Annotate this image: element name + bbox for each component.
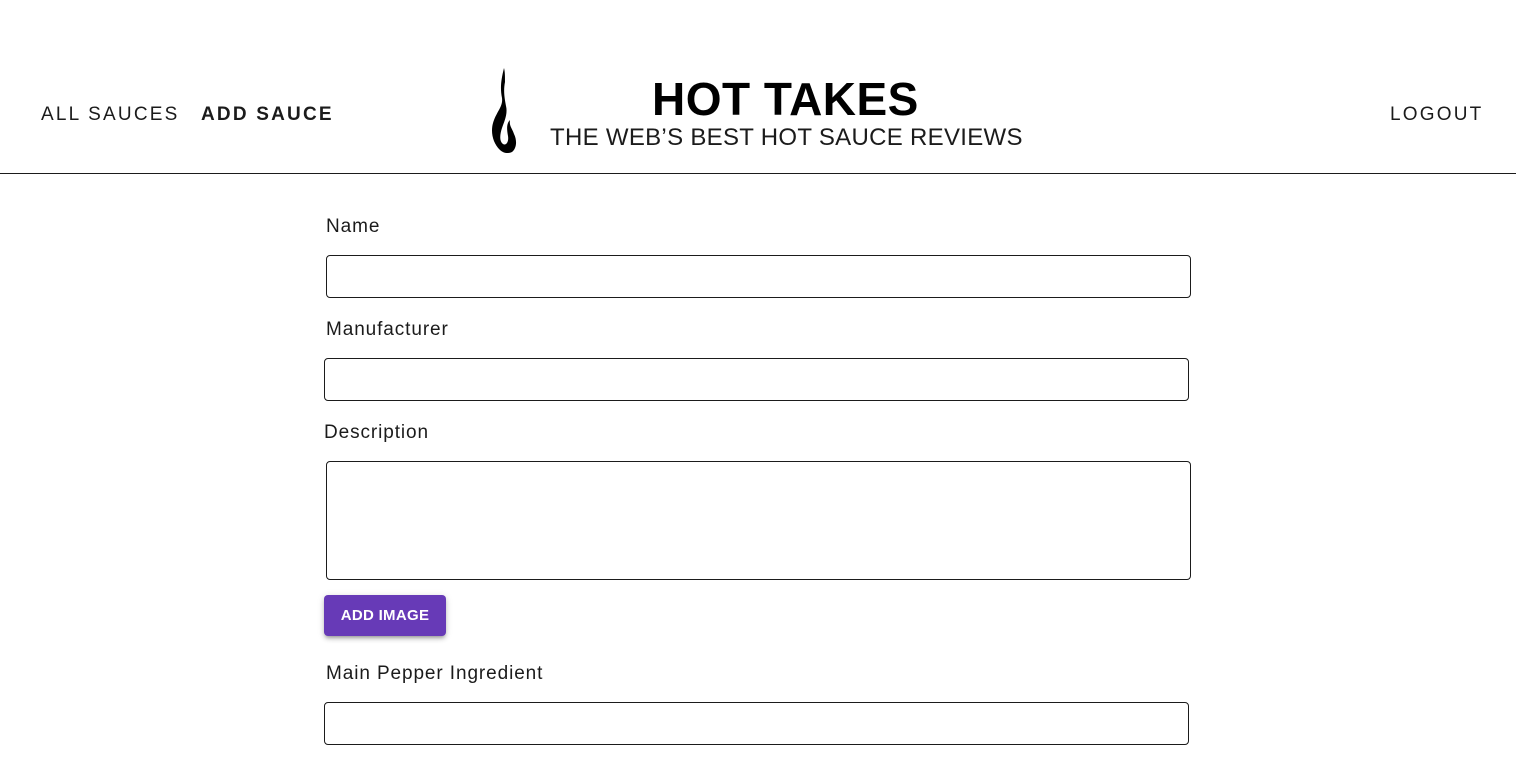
site-header: ALL SAUCES ADD SAUCE HOT TAKES THE WEB’S… — [0, 0, 1516, 174]
add-sauce-page: ALL SAUCES ADD SAUCE HOT TAKES THE WEB’S… — [0, 0, 1516, 758]
name-input[interactable] — [326, 255, 1191, 298]
name-label: Name — [326, 216, 381, 237]
nav-all-sauces-link[interactable]: ALL SAUCES — [41, 104, 180, 126]
flame-icon — [492, 68, 517, 154]
site-title: HOT TAKES — [652, 73, 919, 125]
site-subtitle: THE WEB’S BEST HOT SAUCE REVIEWS — [550, 124, 1023, 151]
manufacturer-input[interactable] — [324, 358, 1189, 401]
main-pepper-input[interactable] — [324, 702, 1189, 745]
description-textarea[interactable] — [326, 461, 1191, 580]
manufacturer-label: Manufacturer — [326, 319, 449, 340]
description-label: Description — [324, 422, 429, 443]
logout-link[interactable]: LOGOUT — [1390, 104, 1483, 126]
add-image-button[interactable]: ADD IMAGE — [324, 595, 446, 636]
nav-add-sauce-link[interactable]: ADD SAUCE — [201, 104, 334, 126]
main-pepper-label: Main Pepper Ingredient — [326, 663, 544, 684]
